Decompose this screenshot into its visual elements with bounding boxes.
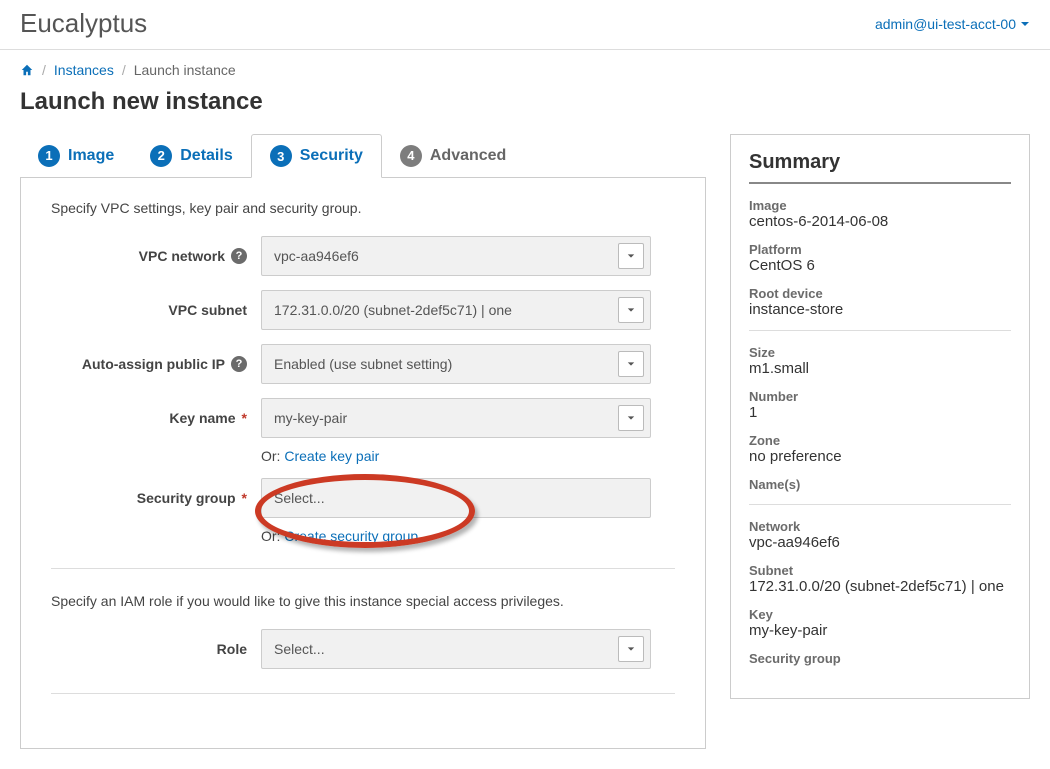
vpc-network-select[interactable]: vpc-aa946ef6 (261, 236, 651, 276)
auto-ip-select[interactable]: Enabled (use subnet setting) (261, 344, 651, 384)
select-value: Select... (274, 641, 325, 657)
role-select[interactable]: Select... (261, 629, 651, 669)
key-name-select[interactable]: my-key-pair (261, 398, 651, 438)
divider (51, 568, 675, 569)
label-vpc-network: VPC network (139, 248, 225, 264)
tab-advanced[interactable]: 4 Advanced (382, 134, 524, 177)
summary-key: Size (749, 345, 1011, 360)
tab-label: Security (300, 147, 363, 165)
label-auto-ip: Auto-assign public IP (82, 356, 225, 372)
help-icon[interactable]: ? (231, 248, 247, 264)
help-icon[interactable]: ? (231, 356, 247, 372)
home-icon[interactable] (20, 63, 34, 77)
tab-security[interactable]: 3 Security (251, 134, 382, 178)
create-security-group-link[interactable]: Create security group (284, 528, 418, 544)
summary-value: no preference (749, 448, 1011, 465)
step-badge: 3 (270, 145, 292, 167)
security-group-select[interactable]: Select... (261, 478, 651, 518)
wizard-tabs: 1 Image 2 Details 3 Security 4 Advanced (20, 134, 706, 178)
summary-key: Security group (749, 651, 1011, 666)
account-label: admin@ui-test-acct-00 (875, 16, 1016, 32)
step-badge: 4 (400, 145, 422, 167)
tab-image[interactable]: 1 Image (20, 134, 132, 177)
select-value: vpc-aa946ef6 (274, 248, 359, 264)
tab-label: Details (180, 147, 232, 165)
or-label: Or: (261, 448, 284, 464)
panel-intro: Specify VPC settings, key pair and secur… (51, 200, 675, 216)
tab-label: Image (68, 147, 114, 165)
step-badge: 1 (38, 145, 60, 167)
summary-value: vpc-aa946ef6 (749, 534, 1011, 551)
vpc-subnet-select[interactable]: 172.31.0.0/20 (subnet-2def5c71) | one (261, 290, 651, 330)
breadcrumb-sep: / (42, 62, 46, 78)
divider (749, 504, 1011, 505)
summary-key: Network (749, 519, 1011, 534)
select-value: Enabled (use subnet setting) (274, 356, 452, 372)
breadcrumb-instances[interactable]: Instances (54, 62, 114, 78)
summary-panel: Summary Imagecentos-6-2014-06-08 Platfor… (730, 134, 1030, 699)
select-value: Select... (274, 490, 325, 506)
summary-value: 1 (749, 404, 1011, 421)
or-label: Or: (261, 528, 284, 544)
chevron-down-icon (618, 297, 644, 323)
summary-key: Subnet (749, 563, 1011, 578)
summary-key: Number (749, 389, 1011, 404)
tab-details[interactable]: 2 Details (132, 134, 250, 177)
step-badge: 2 (150, 145, 172, 167)
chevron-down-icon (618, 636, 644, 662)
summary-value: instance-store (749, 301, 1011, 318)
security-panel: Specify VPC settings, key pair and secur… (20, 178, 706, 749)
breadcrumb-sep: / (122, 62, 126, 78)
summary-key: Root device (749, 286, 1011, 301)
label-key-name: Key name (169, 410, 235, 426)
summary-key: Image (749, 198, 1011, 213)
summary-value: 172.31.0.0/20 (subnet-2def5c71) | one (749, 578, 1011, 595)
summary-value: m1.small (749, 360, 1011, 377)
account-menu[interactable]: admin@ui-test-acct-00 (875, 16, 1030, 32)
required-indicator: * (242, 410, 247, 426)
summary-value: my-key-pair (749, 622, 1011, 639)
page-title: Launch new instance (0, 78, 1050, 134)
create-keypair-link[interactable]: Create key pair (284, 448, 379, 464)
summary-key: Zone (749, 433, 1011, 448)
divider (51, 693, 675, 694)
select-value: 172.31.0.0/20 (subnet-2def5c71) | one (274, 302, 512, 318)
select-value: my-key-pair (274, 410, 347, 426)
breadcrumb-current: Launch instance (134, 62, 236, 78)
divider (749, 330, 1011, 331)
brand-logo: Eucalyptus (20, 8, 147, 39)
tab-label: Advanced (430, 147, 506, 165)
summary-title: Summary (749, 151, 1011, 184)
label-vpc-subnet: VPC subnet (168, 302, 247, 318)
summary-key: Name(s) (749, 477, 1011, 492)
summary-key: Key (749, 607, 1011, 622)
summary-value: CentOS 6 (749, 257, 1011, 274)
required-indicator: * (242, 490, 247, 506)
summary-value: centos-6-2014-06-08 (749, 213, 1011, 230)
chevron-down-icon (618, 243, 644, 269)
iam-intro: Specify an IAM role if you would like to… (51, 593, 675, 609)
breadcrumb: / Instances / Launch instance (0, 50, 1050, 78)
summary-key: Platform (749, 242, 1011, 257)
chevron-down-icon (1020, 19, 1030, 29)
label-security-group: Security group (137, 490, 236, 506)
label-role: Role (217, 641, 247, 657)
chevron-down-icon (618, 405, 644, 431)
chevron-down-icon (618, 351, 644, 377)
